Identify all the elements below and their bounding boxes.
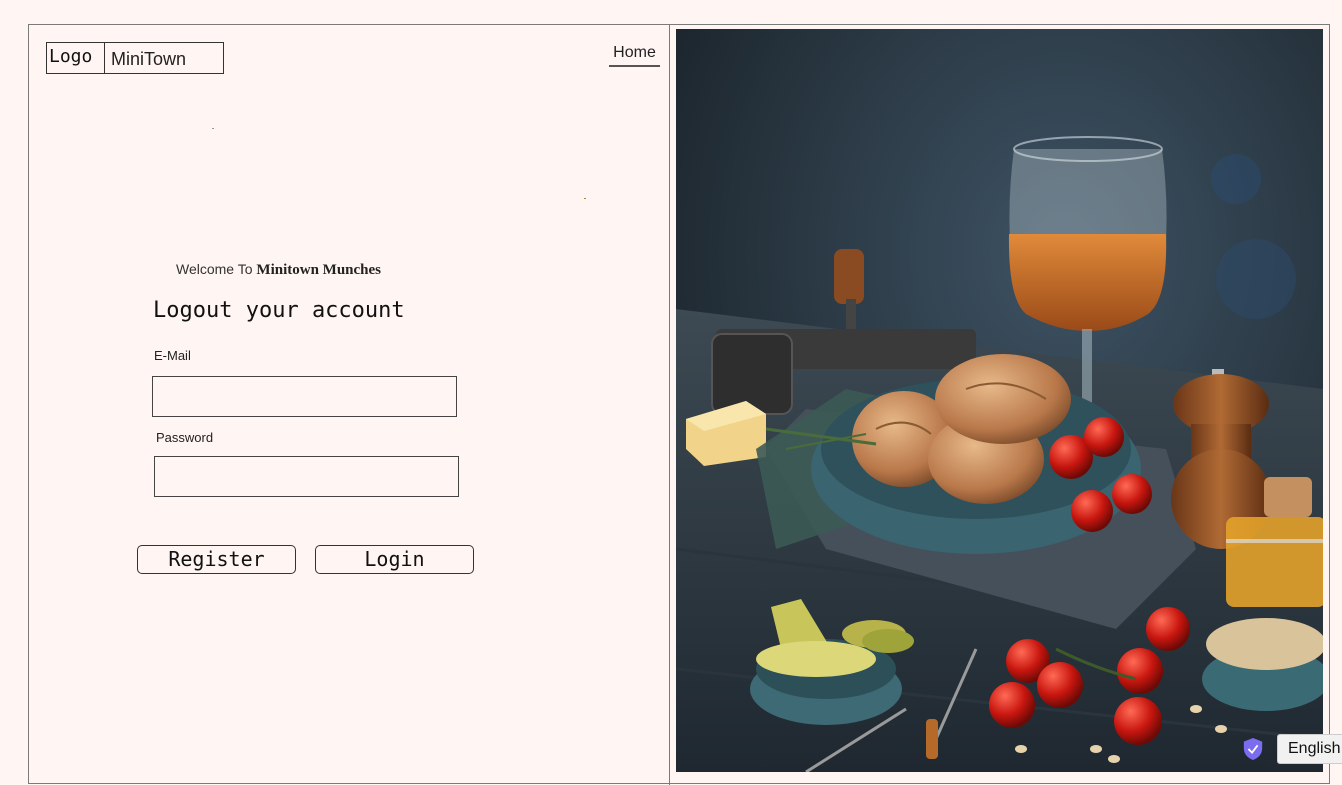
register-button[interactable]: Register bbox=[137, 545, 296, 574]
logo-box[interactable]: Logo MiniTown bbox=[46, 42, 224, 74]
login-button[interactable]: Login bbox=[315, 545, 474, 574]
welcome-text: Welcome To Minitown Munches bbox=[176, 261, 381, 279]
email-label: E-Mail bbox=[154, 348, 191, 363]
home-link[interactable]: Home bbox=[609, 44, 660, 67]
password-field[interactable] bbox=[154, 456, 459, 497]
logo-label: Logo bbox=[47, 43, 105, 73]
speck-mark bbox=[584, 198, 586, 199]
hero-image bbox=[676, 29, 1323, 772]
password-label: Password bbox=[156, 430, 214, 445]
language-selector[interactable]: English bbox=[1277, 734, 1342, 764]
food-photo bbox=[676, 29, 1323, 772]
email-field[interactable] bbox=[152, 376, 457, 417]
welcome-brand: Minitown Munches bbox=[256, 262, 381, 278]
form-title: Logout your account bbox=[153, 298, 405, 323]
shield-icon[interactable] bbox=[1242, 737, 1264, 761]
welcome-prefix: Welcome To bbox=[176, 261, 257, 277]
speck-mark bbox=[212, 128, 214, 129]
brand-name: MiniTown bbox=[111, 49, 187, 69]
